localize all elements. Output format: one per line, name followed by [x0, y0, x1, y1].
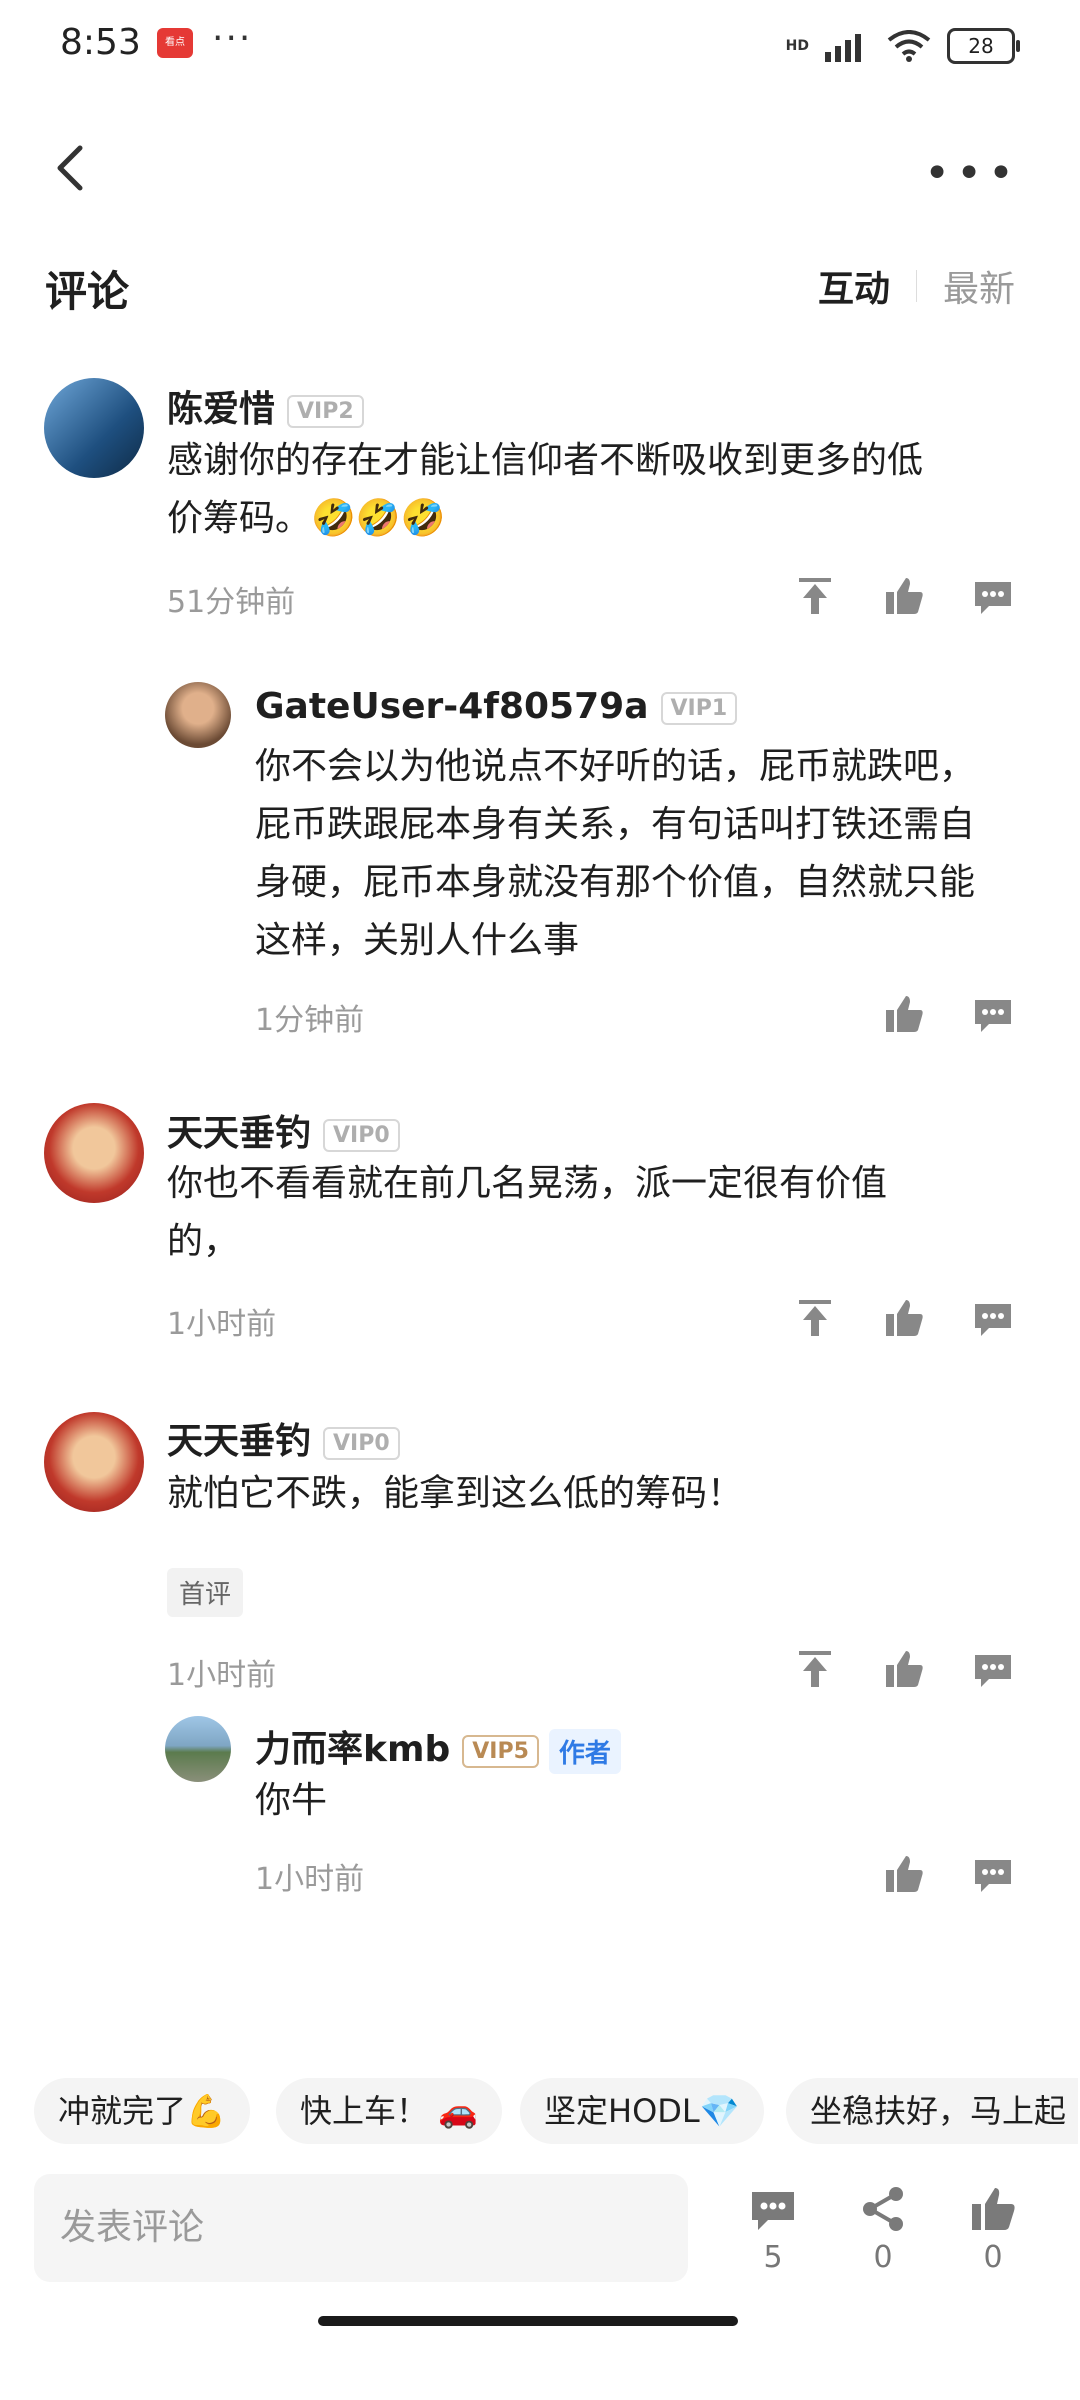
reply-icon[interactable] — [971, 1852, 1015, 1896]
quick-reply-chip[interactable]: 快上车！ 🚗 — [276, 2078, 503, 2144]
like-icon[interactable] — [882, 574, 926, 618]
more-icon[interactable]: ••• — [924, 148, 1020, 199]
avatar[interactable] — [44, 378, 144, 478]
comment-count: 5 — [763, 2240, 783, 2275]
pin-icon[interactable] — [793, 574, 837, 618]
wifi-icon — [887, 30, 931, 62]
quick-reply-chip[interactable]: 坚定HODL💎 — [520, 2078, 764, 2144]
comment-text: 你不会以为他说点不好听的话，屁币就跌吧， 屁币跌跟屁本身有关系，有句话叫打铁还需… — [255, 746, 976, 961]
comment-time: 1小时前 — [167, 1658, 277, 1693]
reply-icon[interactable] — [971, 1296, 1015, 1340]
comment-time: 1小时前 — [255, 1862, 365, 1897]
reply-icon[interactable] — [971, 992, 1015, 1036]
commenter-name[interactable]: 力而率kmb VIP5 作者 — [255, 1720, 621, 1774]
commenter-name[interactable]: 陈爱惜 VIP2 — [167, 380, 364, 432]
like-count: 0 — [983, 2240, 1003, 2275]
vip-badge: VIP5 — [462, 1734, 539, 1768]
more-notifications-icon: ··· — [212, 18, 253, 59]
home-indicator[interactable] — [318, 2316, 738, 2326]
quick-reply-chip[interactable]: 坐稳扶好，马上起 — [786, 2078, 1078, 2144]
tab-latest[interactable]: 最新 — [943, 260, 1015, 312]
share-icon[interactable] — [858, 2184, 908, 2234]
pin-icon[interactable] — [793, 1647, 837, 1691]
comment-text: 你也不看看就在前几名晃荡，派一定很有价值 的， — [167, 1163, 888, 1262]
pin-icon[interactable] — [793, 1296, 837, 1340]
like-icon[interactable] — [882, 992, 926, 1036]
comment-time: 1分钟前 — [255, 1003, 365, 1038]
tab-interaction[interactable]: 互动 — [818, 260, 890, 312]
commenter-name[interactable]: 天天垂钓 VIP0 — [167, 1104, 400, 1156]
share-count: 0 — [873, 2240, 893, 2275]
status-time: 8:53 — [60, 22, 141, 63]
reply-icon[interactable] — [971, 1647, 1015, 1691]
reply-icon[interactable] — [971, 574, 1015, 618]
comment-text: 感谢你的存在才能让信仰者不断吸收到更多的低 价筹码。🤣🤣🤣 — [167, 440, 924, 539]
comment-text: 就怕它不跌，能拿到这么低的筹码！ — [167, 1473, 744, 1514]
first-comment-tag: 首评 — [167, 1568, 244, 1617]
tab-divider — [915, 270, 917, 302]
author-badge: 作者 — [548, 1728, 621, 1774]
like-icon[interactable] — [882, 1647, 926, 1691]
status-indicators: HD 28 — [785, 28, 1020, 64]
vip-badge: VIP1 — [660, 691, 738, 725]
page-title: 评论 — [45, 267, 130, 316]
like-icon[interactable] — [882, 1852, 926, 1896]
vip-badge: VIP2 — [287, 394, 364, 428]
sort-tabs: 互动 最新 — [818, 260, 1015, 312]
hd-label: HD — [785, 38, 809, 54]
comment-time: 51分钟前 — [167, 585, 296, 620]
comment-input[interactable]: 发表评论 — [34, 2174, 688, 2282]
avatar[interactable] — [44, 1103, 144, 1203]
app-notification-icon: 看点 — [157, 28, 193, 58]
comment-count-icon[interactable] — [748, 2184, 798, 2234]
vip-badge: VIP0 — [323, 1118, 400, 1152]
signal-icon — [825, 34, 861, 62]
like-icon[interactable] — [968, 2184, 1018, 2234]
comment-text: 你牛 — [255, 1780, 328, 1821]
commenter-name[interactable]: GateUser-4f80579a VIP1 — [255, 686, 738, 727]
avatar[interactable] — [165, 1716, 231, 1782]
comment-time: 1小时前 — [167, 1307, 277, 1342]
commenter-name[interactable]: 天天垂钓 VIP0 — [167, 1412, 400, 1464]
avatar[interactable] — [165, 682, 231, 748]
like-icon[interactable] — [882, 1296, 926, 1340]
back-chevron-icon[interactable] — [50, 140, 90, 196]
avatar[interactable] — [44, 1412, 144, 1512]
quick-reply-chip[interactable]: 冲就完了💪 — [34, 2078, 250, 2144]
battery-icon: 28 — [947, 28, 1020, 64]
vip-badge: VIP0 — [323, 1426, 400, 1460]
